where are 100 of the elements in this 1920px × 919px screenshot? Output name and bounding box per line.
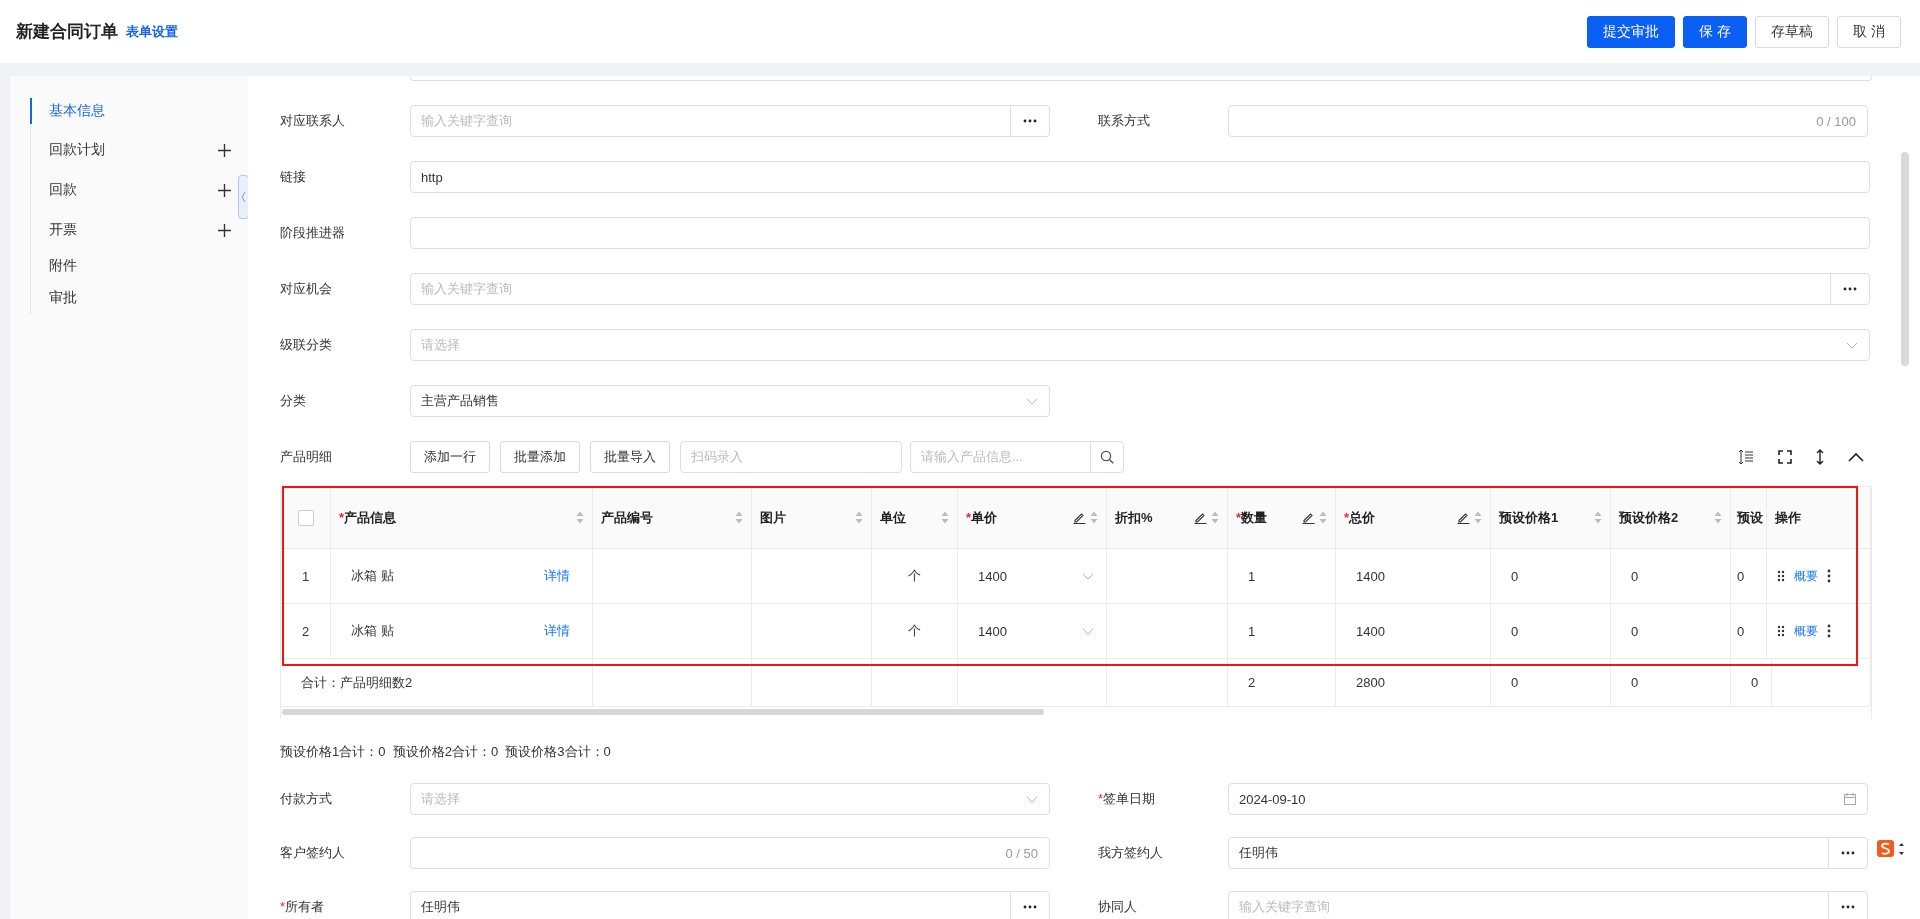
column-label: *数量 [1236, 508, 1268, 527]
dots-icon [1841, 905, 1855, 909]
toolbar-button[interactable]: 批量添加 [500, 441, 580, 473]
header-button[interactable]: 保 存 [1683, 15, 1748, 48]
table-cell: 1400 [1336, 549, 1491, 604]
detail-link[interactable]: 详情 [544, 622, 570, 640]
toolbar-button[interactable]: 添加一行 [410, 441, 490, 473]
field-label: *所有者 [280, 898, 326, 916]
column-label: 折扣% [1115, 508, 1153, 527]
sidebar-item[interactable]: 回款 [30, 170, 231, 210]
sort-icon[interactable] [1211, 511, 1219, 524]
sort-icon[interactable] [1594, 511, 1602, 524]
input-field[interactable]: 主营产品销售 [410, 385, 1050, 417]
summary-link[interactable]: 概要 [1794, 567, 1818, 585]
input-field[interactable]: 任明伟 [410, 891, 1050, 919]
more-icon[interactable] [1827, 569, 1831, 583]
header-button[interactable]: 存草稿 [1755, 15, 1830, 48]
input-field[interactable]: http [410, 161, 1870, 193]
sort-icon[interactable] [1714, 511, 1722, 524]
field-label: 对应联系人 [280, 112, 346, 130]
collapse-handle-icon[interactable] [238, 175, 249, 219]
pencil-icon[interactable] [1457, 511, 1470, 524]
column-label: 预设价格2 [1619, 508, 1679, 527]
field-label: 对应机会 [280, 280, 333, 298]
totals-text: 预设价格1合计：0 预设价格2合计：0 预设价格3合计：0 [280, 743, 612, 761]
table-cell: 个 [872, 549, 958, 604]
input-method-icon[interactable] [1876, 839, 1906, 859]
fullscreen-icon[interactable] [1778, 450, 1792, 464]
field-label: 产品明细 [280, 448, 333, 466]
table-cell: 1 [281, 549, 331, 604]
sidebar-item[interactable]: 开票 [30, 210, 231, 250]
table-cell: 0 [1731, 549, 1767, 604]
header-button[interactable]: 提交审批 [1587, 15, 1676, 48]
pencil-icon[interactable] [1302, 511, 1315, 524]
input-field[interactable]: 0 / 100 [1228, 105, 1868, 137]
table-cell: 0 [1491, 659, 1611, 706]
table-cell: 1 [1228, 604, 1336, 659]
input-field[interactable] [410, 217, 1870, 249]
column-label: 图片 [760, 508, 786, 527]
input-field[interactable] [410, 76, 1872, 81]
table-cell: 1400 [1336, 604, 1491, 659]
sort-icon[interactable] [735, 511, 743, 524]
table-cell: 2800 [1336, 659, 1491, 706]
field-label: 付款方式 [280, 790, 333, 808]
dots-icon [1841, 851, 1855, 855]
row-height-icon[interactable] [1738, 449, 1754, 465]
input-field[interactable]: 任明伟 [1228, 837, 1868, 869]
field-label: 我方签约人 [1098, 844, 1164, 862]
page-title: 新建合同订单 [16, 21, 118, 43]
drag-handle-icon[interactable] [1777, 570, 1785, 582]
toolbar-button[interactable]: 批量导入 [590, 441, 670, 473]
dots-icon [1023, 905, 1037, 909]
column-label: *总价 [1344, 508, 1376, 527]
column-label: *产品信息 [339, 508, 397, 527]
column-label: 产品编号 [601, 508, 653, 527]
table-cell: 0 [1731, 659, 1772, 706]
plus-icon[interactable] [218, 143, 231, 157]
column-label: 预设 [1737, 508, 1763, 527]
vertical-arrows-icon[interactable] [1816, 449, 1824, 465]
sidebar-item[interactable]: 基本信息 [30, 98, 231, 124]
horizontal-scrollbar[interactable] [282, 709, 1044, 715]
detail-link[interactable]: 详情 [544, 567, 570, 585]
sort-icon[interactable] [576, 511, 584, 524]
table-cell: 0 [1731, 604, 1767, 659]
summary-link[interactable]: 概要 [1794, 622, 1818, 640]
chevron-up-icon[interactable] [1848, 452, 1864, 462]
vertical-scrollbar[interactable] [1901, 152, 1909, 366]
table-cell: 2 [281, 604, 331, 659]
column-label: *单价 [966, 508, 998, 527]
sort-icon[interactable] [941, 511, 949, 524]
pencil-icon[interactable] [1073, 511, 1086, 524]
plus-icon[interactable] [218, 223, 231, 237]
chevron-down-icon [1082, 627, 1094, 635]
chevron-down-icon [1846, 341, 1858, 349]
checkbox[interactable] [297, 509, 314, 526]
dots-icon [1843, 287, 1857, 291]
plus-icon[interactable] [218, 183, 231, 197]
column-label: 操作 [1775, 508, 1801, 527]
field-label: 分类 [280, 392, 307, 410]
table-cell: 0 [1491, 549, 1611, 604]
input-field[interactable]: 0 / 50 [410, 837, 1050, 869]
sort-icon[interactable] [855, 511, 863, 524]
pencil-icon[interactable] [1194, 511, 1207, 524]
sidebar-item[interactable]: 回款计划 [30, 130, 231, 170]
sidebar-item[interactable]: 附件 [30, 250, 231, 282]
sort-icon[interactable] [1474, 511, 1482, 524]
sidebar-item[interactable]: 审批 [30, 282, 231, 314]
sort-icon[interactable] [1090, 511, 1098, 524]
chevron-down-icon [1026, 795, 1038, 803]
table-cell: 0 [1611, 659, 1731, 706]
more-icon[interactable] [1827, 624, 1831, 638]
char-counter: 0 / 50 [1005, 845, 1038, 861]
drag-handle-icon[interactable] [1777, 625, 1785, 637]
sort-icon[interactable] [1319, 511, 1327, 524]
form-settings-link[interactable]: 表单设置 [126, 22, 178, 41]
chevron-down-icon [1082, 572, 1094, 580]
search-icon [1100, 450, 1114, 464]
header-button[interactable]: 取 消 [1837, 15, 1901, 48]
dots-icon [1023, 119, 1037, 123]
input-field[interactable]: 2024-09-10 [1228, 783, 1868, 815]
